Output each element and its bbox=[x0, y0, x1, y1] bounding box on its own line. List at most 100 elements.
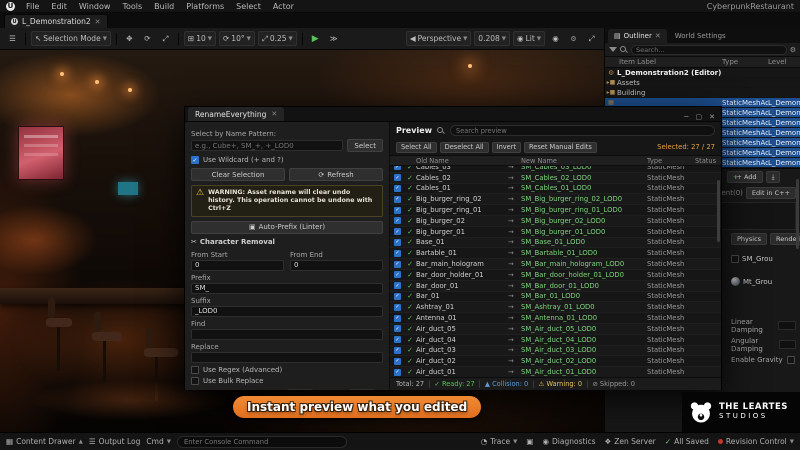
menu-item-actor[interactable]: Actor bbox=[268, 2, 299, 11]
find-input[interactable] bbox=[191, 329, 383, 340]
row-new-name[interactable]: SM_Air_duct_05_LOD0 bbox=[521, 325, 647, 333]
preview-table-row[interactable]: ✓ Air_duct_01 → SM_Air_duct_01_LOD0 Stat… bbox=[390, 367, 721, 377]
viewport-settings-icon[interactable]: ⚙ bbox=[566, 31, 581, 46]
rotate-tool-icon[interactable]: ⟳ bbox=[140, 31, 155, 46]
outliner-row[interactable]: ▸■ Assets bbox=[605, 78, 800, 88]
row-new-name[interactable]: SM_Air_duct_04_LOD0 bbox=[521, 336, 647, 344]
row-new-name[interactable]: SM_Antenna_01_LOD0 bbox=[521, 314, 647, 322]
preview-table-row[interactable]: ✓ Big_burger_01 → SM_Big_burger_01_LOD0 … bbox=[390, 227, 721, 238]
row-new-name[interactable]: SM_Cables_02_LOD0 bbox=[521, 174, 647, 182]
restore-icon[interactable]: ▢ bbox=[696, 113, 703, 121]
row-new-name[interactable]: SM_Bar_01_LOD0 bbox=[521, 292, 647, 300]
row-new-name[interactable]: SM_Cables_03_LOD0 bbox=[521, 166, 647, 171]
row-checkbox[interactable] bbox=[394, 282, 401, 289]
row-new-name[interactable]: SM_Big_burger_ring_02_LOD0 bbox=[521, 195, 647, 203]
dialog-tab[interactable]: RenameEverything ✕ bbox=[188, 107, 284, 121]
select-button[interactable]: Select bbox=[347, 139, 383, 152]
row-checkbox[interactable] bbox=[394, 315, 401, 322]
filter-icon[interactable] bbox=[609, 47, 617, 52]
row-checkbox[interactable] bbox=[394, 271, 401, 278]
preview-table-row[interactable]: ✓ Air_duct_05 → SM_Air_duct_05_LOD0 Stat… bbox=[390, 324, 721, 335]
row-checkbox[interactable] bbox=[394, 369, 401, 376]
bulk-replace-checkbox[interactable] bbox=[191, 377, 199, 385]
preview-table-row[interactable]: ✓ Bar_main_hologram → SM_Bar_main_hologr… bbox=[390, 259, 721, 270]
from-end-input[interactable] bbox=[290, 260, 383, 271]
suffix-input[interactable] bbox=[191, 306, 383, 317]
padding-input[interactable] bbox=[349, 389, 375, 390]
camera-speed-button[interactable]: 0.208▼ bbox=[474, 31, 510, 46]
column-type[interactable]: Type bbox=[647, 157, 695, 165]
pattern-input[interactable] bbox=[191, 140, 343, 151]
enable-gravity-checkbox[interactable] bbox=[787, 356, 795, 364]
outliner-search-input[interactable] bbox=[631, 45, 787, 55]
row-checkbox[interactable] bbox=[394, 174, 401, 181]
scale-tool-icon[interactable]: ⤢ bbox=[158, 31, 173, 46]
row-checkbox[interactable] bbox=[394, 358, 401, 365]
screenshot-icon[interactable]: ▣ bbox=[526, 437, 533, 446]
preview-table-row[interactable]: ✓ Big_burger_02 → SM_Big_burger_02_LOD0 … bbox=[390, 216, 721, 227]
prefix-input[interactable] bbox=[191, 283, 383, 294]
preview-table-row[interactable]: ✓ Big_burger_ring_01 → SM_Big_burger_rin… bbox=[390, 205, 721, 216]
tab-physics[interactable]: Physics bbox=[731, 233, 767, 245]
row-checkbox[interactable] bbox=[394, 336, 401, 343]
preview-table-row[interactable]: ✓ Bar_door_01 → SM_Bar_door_01_LOD0 Stat… bbox=[390, 281, 721, 292]
wildcard-checkbox[interactable] bbox=[191, 156, 199, 164]
regex-checkbox[interactable] bbox=[191, 366, 199, 374]
deselect-all-button[interactable]: Deselect All bbox=[440, 142, 489, 153]
content-drawer-button[interactable]: ▦ Content Drawer ▲ bbox=[6, 437, 83, 446]
row-new-name[interactable]: SM_Air_duct_02_LOD0 bbox=[521, 357, 647, 365]
row-new-name[interactable]: SM_Bar_door_01_LOD0 bbox=[521, 282, 647, 290]
preview-table-row[interactable]: ✓ Cables_02 → SM_Cables_02_LOD0 StaticMe… bbox=[390, 173, 721, 184]
row-checkbox[interactable] bbox=[394, 166, 401, 170]
row-checkbox[interactable] bbox=[394, 250, 401, 257]
menu-item-file[interactable]: File bbox=[21, 2, 44, 11]
preview-table-row[interactable]: ✓ Base_01 → SM_Base_01_LOD0 StaticMesh bbox=[390, 238, 721, 249]
preview-table-row[interactable]: ✓ Antenna_01 → SM_Antenna_01_LOD0 Static… bbox=[390, 313, 721, 324]
menu-item-tools[interactable]: Tools bbox=[117, 2, 147, 11]
add-component-button[interactable]: ++ Add bbox=[727, 171, 763, 183]
row-checkbox[interactable] bbox=[394, 207, 401, 214]
from-start-input[interactable] bbox=[191, 260, 284, 271]
mesh-checkbox[interactable] bbox=[731, 255, 739, 263]
column-new-name[interactable]: New Name bbox=[521, 157, 647, 165]
minimize-icon[interactable]: ─ bbox=[684, 113, 688, 121]
hamburger-icon[interactable]: ☰ bbox=[5, 31, 20, 46]
grid-snap-toggle[interactable]: ⊞ 10▼ bbox=[184, 31, 216, 46]
invert-button[interactable]: Invert bbox=[492, 142, 521, 153]
preview-table-row[interactable]: ✓ Bartable_01 → SM_Bartable_01_LOD0 Stat… bbox=[390, 248, 721, 259]
unreal-logo-icon[interactable]: U bbox=[6, 2, 15, 11]
column-old-name[interactable]: Old Name bbox=[416, 157, 508, 165]
clear-selection-button[interactable]: Clear Selection bbox=[191, 168, 285, 181]
start-number-input[interactable] bbox=[287, 389, 313, 390]
preview-scrollbar[interactable] bbox=[717, 180, 720, 242]
angular-damping-input[interactable] bbox=[779, 340, 796, 349]
diagnostics-button[interactable]: ◉ Diagnostics bbox=[542, 437, 595, 446]
menu-item-build[interactable]: Build bbox=[149, 2, 179, 11]
row-checkbox[interactable] bbox=[394, 261, 401, 268]
row-new-name[interactable]: SM_Cables_01_LOD0 bbox=[521, 184, 647, 192]
all-saved-button[interactable]: ✓ All Saved bbox=[665, 437, 709, 446]
cmd-dropdown[interactable]: Cmd ▼ bbox=[146, 437, 171, 446]
level-tab[interactable]: U L_Demonstration2 ✕ bbox=[4, 14, 108, 28]
close-icon[interactable]: ✕ bbox=[655, 32, 661, 40]
outliner-row[interactable]: ▸■ Building bbox=[605, 88, 800, 98]
column-status[interactable]: Status bbox=[695, 157, 717, 165]
output-log-button[interactable]: ☰ Output Log bbox=[89, 437, 141, 446]
replace-input[interactable] bbox=[191, 352, 383, 363]
preview-table-row[interactable]: ✓ Big_burger_ring_02 → SM_Big_burger_rin… bbox=[390, 194, 721, 205]
row-checkbox[interactable] bbox=[394, 228, 401, 235]
menu-item-platforms[interactable]: Platforms bbox=[181, 2, 229, 11]
row-checkbox[interactable] bbox=[394, 217, 401, 224]
refresh-button[interactable]: ⟳Refresh bbox=[289, 168, 383, 181]
row-new-name[interactable]: SM_Air_duct_03_LOD0 bbox=[521, 346, 647, 354]
scale-snap-toggle[interactable]: ⤢ 0.25▼ bbox=[258, 31, 297, 46]
outliner-row[interactable]: ◍ L_Demonstration2 (Editor) bbox=[605, 68, 800, 78]
auto-prefix-button[interactable]: ▣ Auto-Prefix (Linter) bbox=[191, 221, 383, 234]
preview-table-row[interactable]: ✓ Ashtray_01 → SM_Ashtray_01_LOD0 Static… bbox=[390, 302, 721, 313]
row-checkbox[interactable] bbox=[394, 293, 401, 300]
preview-table-row[interactable]: ✓ Cables_03 → SM_Cables_03_LOD0 StaticMe… bbox=[390, 166, 721, 173]
row-new-name[interactable]: SM_Base_01_LOD0 bbox=[521, 238, 647, 246]
row-checkbox[interactable] bbox=[394, 185, 401, 192]
row-new-name[interactable]: SM_Bartable_01_LOD0 bbox=[521, 249, 647, 257]
rotation-snap-toggle[interactable]: ⟳ 10°▼ bbox=[219, 31, 255, 46]
